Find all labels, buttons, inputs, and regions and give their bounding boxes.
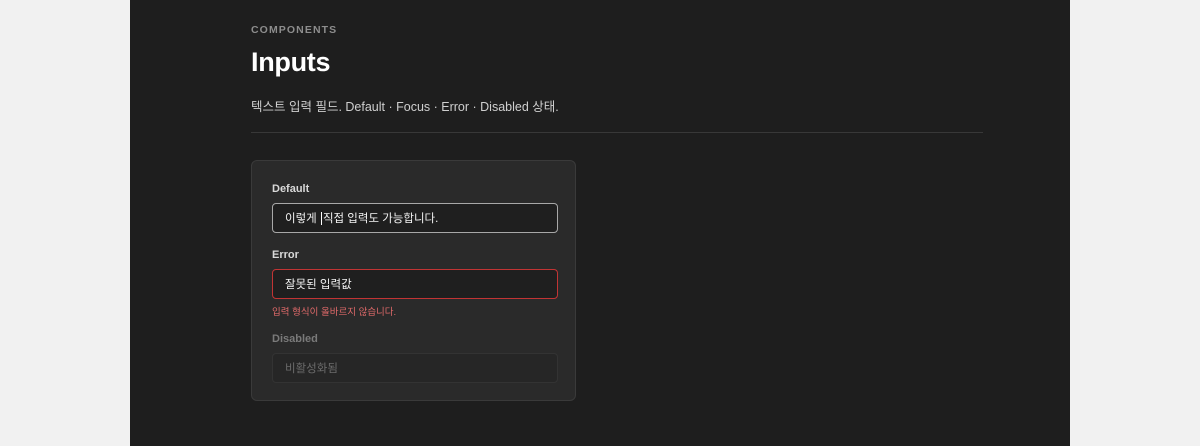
default-input-label: Default	[272, 183, 310, 195]
default-input-field[interactable]: 이렇게 직접 입력도 가능합니다.	[272, 203, 558, 233]
disabled-input-placeholder: 비활성화됨	[285, 363, 338, 375]
error-input-value: 잘못된 입력값	[285, 279, 352, 291]
default-input-value-start: 이렇게	[285, 213, 320, 225]
disabled-input-label: Disabled	[272, 333, 318, 345]
error-message: 입력 형식이 올바르지 않습니다.	[272, 307, 397, 318]
header-divider	[251, 132, 983, 133]
text-caret	[320, 211, 322, 225]
default-input-value-end: 직접 입력도 가능합니다.	[322, 213, 439, 225]
error-input-label: Error	[272, 249, 299, 261]
section-eyebrow: COMPONENTS	[251, 24, 338, 36]
error-input-field[interactable]: 잘못된 입력값	[272, 269, 558, 299]
page-description: 텍스트 입력 필드. Default · Focus · Error · Dis…	[251, 100, 559, 114]
page-canvas: COMPONENTS Inputs 텍스트 입력 필드. Default · F…	[130, 0, 1070, 446]
disabled-input-field: 비활성화됨	[272, 353, 558, 383]
inputs-demo-card: Default 이렇게 직접 입력도 가능합니다. Error 잘못된 입력값 …	[251, 160, 576, 401]
page-title: Inputs	[251, 47, 331, 77]
